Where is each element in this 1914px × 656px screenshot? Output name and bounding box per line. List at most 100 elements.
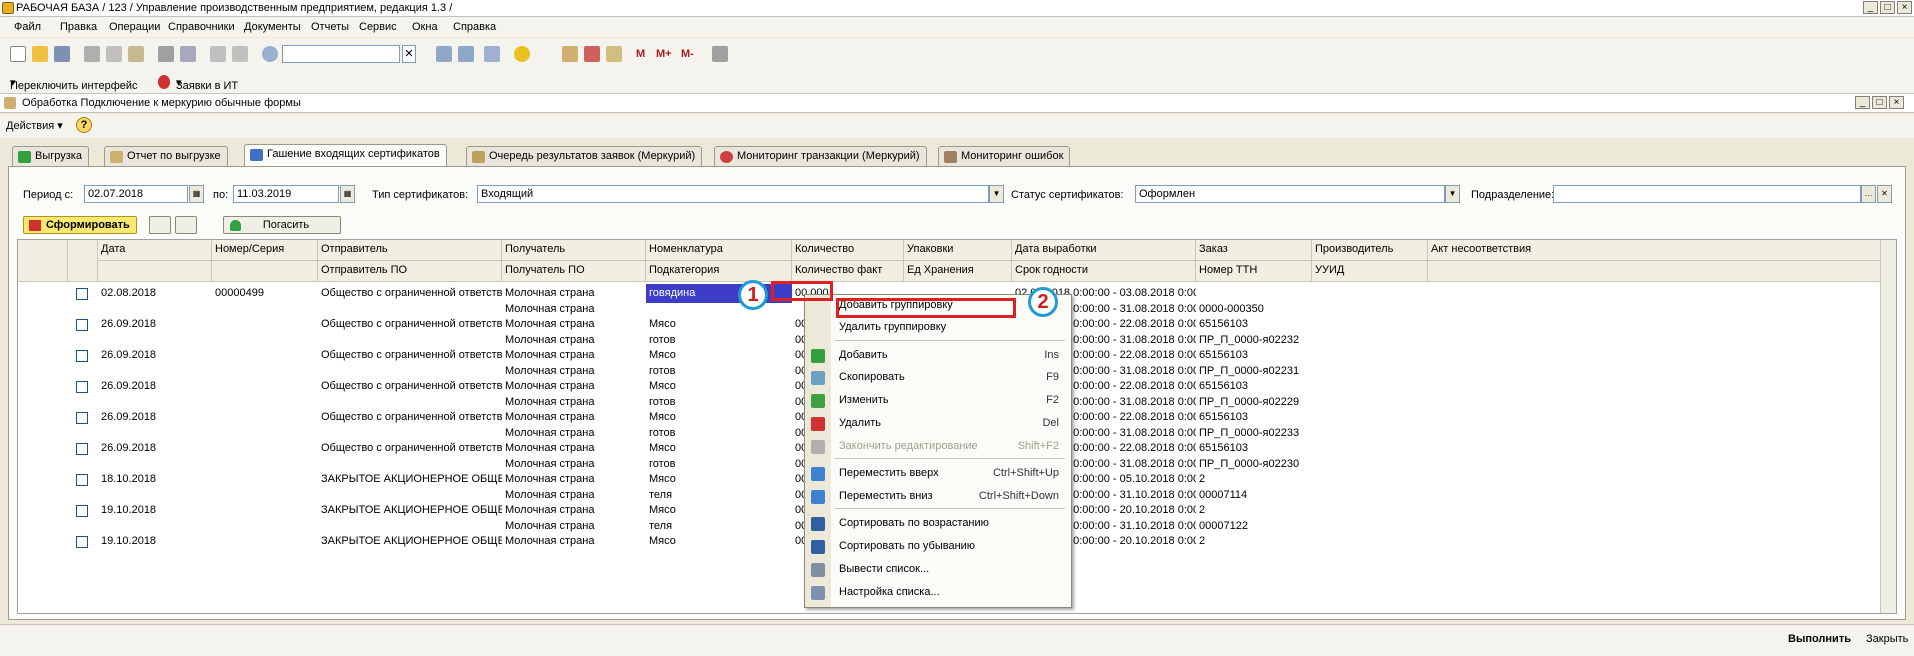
chevron-down-icon[interactable]: ▼ bbox=[1445, 185, 1460, 203]
row-checkbox[interactable] bbox=[76, 381, 88, 393]
maximize-button[interactable]: □ bbox=[1880, 1, 1895, 14]
column-header[interactable]: Акт несоответствия bbox=[1428, 240, 1888, 261]
it-requests-button[interactable]: Заявки в ИТ ▾ bbox=[176, 76, 238, 92]
calculator-icon[interactable] bbox=[562, 46, 578, 62]
column-subheader[interactable]: Количество факт bbox=[792, 261, 904, 282]
row-checkbox[interactable] bbox=[76, 412, 88, 424]
column-header[interactable]: Количество bbox=[792, 240, 904, 261]
select-all-icon[interactable] bbox=[149, 216, 171, 234]
switch-interface-button[interactable]: Переключить интерфейс ▾ bbox=[10, 76, 138, 92]
m-plus-button[interactable]: M+ bbox=[656, 48, 672, 60]
column-subheader[interactable]: Подкатегория bbox=[646, 261, 792, 282]
column-subheader[interactable]: Ед Хранения bbox=[904, 261, 1012, 282]
execute-button[interactable]: Выполнить bbox=[1788, 633, 1851, 645]
chevron-down-icon[interactable]: ▼ bbox=[989, 185, 1004, 203]
column-header[interactable]: Заказ bbox=[1196, 240, 1312, 261]
form-maximize-button[interactable]: □ bbox=[1872, 96, 1887, 109]
actions-menu[interactable]: Действия ▾ bbox=[6, 119, 63, 132]
copy-icon[interactable] bbox=[106, 46, 122, 62]
menu-documents[interactable]: Документы bbox=[244, 21, 301, 33]
clear-search-icon[interactable]: ✕ bbox=[402, 45, 416, 63]
division-input[interactable] bbox=[1553, 185, 1861, 203]
tab-request-queue[interactable]: Очередь результатов заявок (Меркурий) bbox=[466, 146, 703, 166]
m-button[interactable]: M bbox=[636, 48, 645, 60]
row-checkbox[interactable] bbox=[76, 505, 88, 517]
column-subheader[interactable]: Получатель ПО bbox=[502, 261, 646, 282]
close-window-button[interactable]: × bbox=[1897, 1, 1912, 14]
row-checkbox[interactable] bbox=[76, 536, 88, 548]
column-header[interactable]: Дата bbox=[98, 240, 212, 261]
context-menu-item[interactable]: Удалить Del bbox=[805, 413, 1071, 435]
column-header[interactable]: Отправитель bbox=[318, 240, 502, 261]
calendar-icon[interactable] bbox=[584, 46, 600, 62]
quick-search-input[interactable] bbox=[282, 45, 400, 63]
open-icon[interactable] bbox=[32, 46, 48, 62]
copy-rows-icon[interactable] bbox=[175, 216, 197, 234]
search-next-icon[interactable] bbox=[436, 46, 452, 62]
context-menu-item[interactable]: Переместить вверх Ctrl+Shift+Up bbox=[805, 463, 1071, 485]
column-header[interactable]: Номер/Серия bbox=[212, 240, 318, 261]
column-header[interactable]: Дата выработки bbox=[1012, 240, 1196, 261]
context-menu-item[interactable]: Настройка списка... bbox=[805, 582, 1071, 604]
column-subheader[interactable] bbox=[1428, 261, 1888, 282]
column-subheader[interactable] bbox=[212, 261, 318, 282]
column-subheader[interactable]: Срок годности bbox=[1012, 261, 1196, 282]
paste-icon[interactable] bbox=[128, 46, 144, 62]
tools-icon[interactable] bbox=[712, 46, 728, 62]
menu-help[interactable]: Справка bbox=[453, 21, 496, 33]
calendar-icon[interactable]: ▦ bbox=[189, 185, 204, 203]
clear-icon[interactable]: ✕ bbox=[1877, 185, 1892, 203]
column-header[interactable]: Номенклатура bbox=[646, 240, 792, 261]
help-icon[interactable]: ? bbox=[76, 117, 92, 133]
row-checkbox[interactable] bbox=[76, 319, 88, 331]
windows-icon[interactable] bbox=[484, 46, 500, 62]
context-menu-item[interactable]: Сортировать по возрастанию bbox=[805, 513, 1071, 535]
tab-error-monitor[interactable]: Мониторинг ошибок bbox=[938, 146, 1071, 166]
cut-icon[interactable] bbox=[84, 46, 100, 62]
preview-icon[interactable] bbox=[180, 46, 196, 62]
menu-file[interactable]: Файл bbox=[14, 21, 41, 33]
form-close-button[interactable]: × bbox=[1889, 96, 1904, 109]
menu-operations[interactable]: Операции bbox=[109, 21, 160, 33]
row-checkbox[interactable] bbox=[76, 288, 88, 300]
menu-edit[interactable]: Правка bbox=[60, 21, 97, 33]
search-prev-icon[interactable] bbox=[458, 46, 474, 62]
tab-certificate-repayment[interactable]: Гашение входящих сертификатов bbox=[244, 144, 447, 166]
context-menu-item[interactable]: Закончить редактирование Shift+F2 bbox=[805, 436, 1071, 458]
ellipsis-icon[interactable]: … bbox=[1861, 185, 1876, 203]
context-menu-item[interactable]: Удалить группировку bbox=[805, 317, 1071, 339]
close-button[interactable]: Закрыть bbox=[1866, 633, 1908, 645]
form-minimize-button[interactable]: _ bbox=[1855, 96, 1870, 109]
column-header[interactable]: Получатель bbox=[502, 240, 646, 261]
row-checkbox[interactable] bbox=[76, 474, 88, 486]
save-icon[interactable] bbox=[54, 46, 70, 62]
column-header[interactable]: Упаковки bbox=[904, 240, 1012, 261]
column-subheader[interactable] bbox=[98, 261, 212, 282]
tab-transaction-monitor[interactable]: Мониторинг транзакции (Меркурий) bbox=[714, 146, 927, 166]
menu-windows[interactable]: Окна bbox=[412, 21, 438, 33]
clipboard-icon[interactable] bbox=[606, 46, 622, 62]
context-menu-item[interactable]: Скопировать F9 bbox=[805, 367, 1071, 389]
new-icon[interactable] bbox=[10, 46, 26, 62]
row-checkbox[interactable] bbox=[76, 350, 88, 362]
tab-export-report[interactable]: Отчет по выгрузке bbox=[104, 146, 228, 166]
print-icon[interactable] bbox=[158, 46, 174, 62]
redo-icon[interactable] bbox=[232, 46, 248, 62]
row-checkbox[interactable] bbox=[76, 443, 88, 455]
minimize-button[interactable]: _ bbox=[1863, 1, 1878, 14]
cert-type-select[interactable]: Входящий bbox=[477, 185, 989, 203]
context-menu-item[interactable]: Сортировать по убыванию bbox=[805, 536, 1071, 558]
column-subheader[interactable]: УУИД bbox=[1312, 261, 1428, 282]
info-icon[interactable] bbox=[514, 46, 530, 62]
context-menu-item[interactable]: Переместить вниз Ctrl+Shift+Down bbox=[805, 486, 1071, 508]
find-icon[interactable] bbox=[262, 46, 278, 62]
context-menu-item[interactable]: Вывести список... bbox=[805, 559, 1071, 581]
tab-export[interactable]: Выгрузка bbox=[12, 146, 89, 166]
context-menu-item[interactable]: Изменить F2 bbox=[805, 390, 1071, 412]
column-subheader[interactable]: Отправитель ПО bbox=[318, 261, 502, 282]
cert-status-select[interactable]: Оформлен bbox=[1135, 185, 1445, 203]
check-column-header[interactable] bbox=[68, 240, 98, 282]
generate-button[interactable]: Сформировать bbox=[23, 216, 137, 234]
menu-service[interactable]: Сервис bbox=[359, 21, 397, 33]
period-from-input[interactable]: 02.07.2018 bbox=[84, 185, 188, 203]
